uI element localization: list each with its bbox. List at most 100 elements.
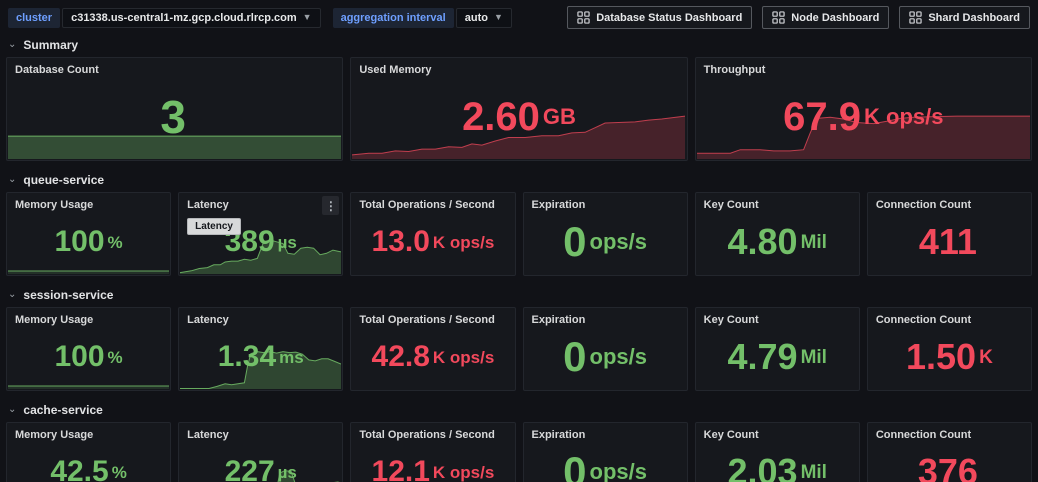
chevron-down-icon: ▼: [303, 13, 312, 22]
panel-key-count: Key Count 4.79Mil: [695, 307, 860, 391]
cluster-label: cluster: [8, 8, 60, 28]
stat-unit: %: [108, 234, 123, 251]
stat-unit: K ops/s: [433, 234, 494, 251]
cluster-value: c31338.us-central1-mz.gcp.cloud.rlrcp.co…: [71, 12, 297, 24]
panel-connection-count: Connection Count 1.50K: [867, 307, 1032, 391]
panel-title[interactable]: Total Operations / Second: [351, 308, 514, 326]
panel-title[interactable]: Total Operations / Second: [351, 423, 514, 441]
panel-total-operations: Total Operations / Second 42.8K ops/s: [350, 307, 515, 391]
section-header-summary[interactable]: ⌄ Summary: [0, 33, 1038, 55]
panel-menu-kebab-icon[interactable]: ⋮: [322, 196, 339, 215]
stat-number: 1.34: [218, 342, 276, 372]
stat-number: 411: [919, 224, 977, 260]
panel-title[interactable]: Throughput: [696, 58, 1031, 76]
button-label: Shard Dashboard: [928, 12, 1020, 24]
panel-title[interactable]: Expiration: [524, 423, 687, 441]
panel-latency: Latency 227µs: [178, 422, 343, 482]
panel-memory-usage: Memory Usage 100%: [6, 307, 171, 391]
stat-number: 100: [54, 342, 104, 372]
panel-title[interactable]: Connection Count: [868, 423, 1031, 441]
panel-memory-usage: Memory Usage 42.5%: [6, 422, 171, 482]
panel-latency: Latency ⋮ Latency 389µs: [178, 192, 343, 276]
panel-expiration: Expiration 0ops/s: [523, 192, 688, 276]
panel-title[interactable]: Latency: [179, 193, 342, 211]
chevron-down-icon: ⌄: [8, 405, 16, 415]
aggregation-interval-select[interactable]: auto ▼: [456, 8, 512, 28]
dashboard-grid-icon: [772, 11, 785, 24]
chevron-down-icon: ▼: [494, 13, 503, 22]
panel-title[interactable]: Memory Usage: [7, 193, 170, 211]
stat-unit: ops/s: [590, 461, 647, 482]
stat-unit: Mil: [801, 463, 827, 482]
stat-unit: K: [979, 348, 993, 367]
panel-title[interactable]: Connection Count: [868, 193, 1031, 211]
aggregation-interval-value: auto: [465, 12, 488, 24]
stat-unit: ops/s: [590, 231, 647, 253]
cache-service-row: Memory Usage 42.5% Latency 227µs Total O…: [6, 422, 1032, 482]
panel-title[interactable]: Key Count: [696, 423, 859, 441]
panel-title[interactable]: Memory Usage: [7, 423, 170, 441]
section-title: session-service: [23, 288, 113, 302]
aggregation-interval-variable: aggregation interval auto ▼: [333, 8, 512, 28]
panel-title[interactable]: Latency: [179, 308, 342, 326]
panel-expiration: Expiration 0ops/s: [523, 422, 688, 482]
cluster-select[interactable]: c31338.us-central1-mz.gcp.cloud.rlrcp.co…: [62, 8, 321, 28]
stat-number: 2.60: [462, 97, 540, 137]
stat-unit: Mil: [801, 233, 827, 252]
panel-title[interactable]: Expiration: [524, 308, 687, 326]
section-header-queue-service[interactable]: ⌄ queue-service: [0, 168, 1038, 190]
session-service-row: Memory Usage 100% Latency 1.34ms Total O…: [6, 307, 1032, 391]
chevron-down-icon: ⌄: [8, 40, 16, 50]
button-label: Node Dashboard: [791, 12, 879, 24]
stat-unit: %: [108, 349, 123, 366]
section-title: Summary: [23, 38, 78, 52]
stat-number: 3: [160, 94, 186, 140]
stat-unit: K ops/s: [433, 349, 494, 366]
stat-number: 1.50: [906, 339, 976, 375]
panel-title[interactable]: Total Operations / Second: [351, 193, 514, 211]
section-title: cache-service: [23, 403, 102, 417]
panel-title[interactable]: Key Count: [696, 193, 859, 211]
summary-row: Database Count 3 Used Memory 2.60GB Thro…: [6, 57, 1032, 161]
dashboard-grid-icon: [577, 11, 590, 24]
chevron-down-icon: ⌄: [8, 175, 16, 185]
stat-number: 0: [563, 221, 586, 263]
panel-title[interactable]: Key Count: [696, 308, 859, 326]
section-header-cache-service[interactable]: ⌄ cache-service: [0, 398, 1038, 420]
stat-number: 2.03: [728, 454, 798, 482]
stat-unit: %: [112, 464, 127, 481]
stat-number: 42.5: [50, 457, 108, 482]
dashboard-grid-icon: [909, 11, 922, 24]
panel-title[interactable]: Database Count: [7, 58, 342, 76]
stat-unit: µs: [278, 234, 297, 251]
panel-database-count: Database Count 3: [6, 57, 343, 161]
database-status-dashboard-button[interactable]: Database Status Dashboard: [567, 6, 752, 29]
section-title: queue-service: [23, 173, 104, 187]
stat-unit: ops/s: [590, 346, 647, 368]
dashboard-links: Database Status Dashboard Node Dashboard…: [567, 6, 1030, 29]
panel-connection-count: Connection Count 411: [867, 192, 1032, 276]
aggregation-interval-label: aggregation interval: [333, 8, 454, 28]
stat-unit: GB: [543, 106, 576, 128]
shard-dashboard-button[interactable]: Shard Dashboard: [899, 6, 1030, 29]
panel-title[interactable]: Used Memory: [351, 58, 686, 76]
node-dashboard-button[interactable]: Node Dashboard: [762, 6, 889, 29]
panel-title[interactable]: Memory Usage: [7, 308, 170, 326]
button-label: Database Status Dashboard: [596, 12, 742, 24]
panel-total-operations: Total Operations / Second 13.0K ops/s: [350, 192, 515, 276]
stat-unit: Mil: [801, 348, 827, 367]
panel-expiration: Expiration 0ops/s: [523, 307, 688, 391]
stat-number: 0: [563, 336, 586, 378]
stat-number: 376: [918, 454, 978, 482]
stat-number: 100: [54, 227, 104, 257]
panel-title[interactable]: Latency: [179, 423, 342, 441]
panel-latency: Latency 1.34ms: [178, 307, 343, 391]
panel-title[interactable]: Expiration: [524, 193, 687, 211]
panel-key-count: Key Count 4.80Mil: [695, 192, 860, 276]
panel-memory-usage: Memory Usage 100%: [6, 192, 171, 276]
stat-number: 4.80: [728, 224, 798, 260]
dashboard-toolbar: cluster c31338.us-central1-mz.gcp.cloud.…: [0, 0, 1038, 33]
panel-title[interactable]: Connection Count: [868, 308, 1031, 326]
section-header-session-service[interactable]: ⌄ session-service: [0, 283, 1038, 305]
stat-unit: µs: [278, 464, 297, 481]
